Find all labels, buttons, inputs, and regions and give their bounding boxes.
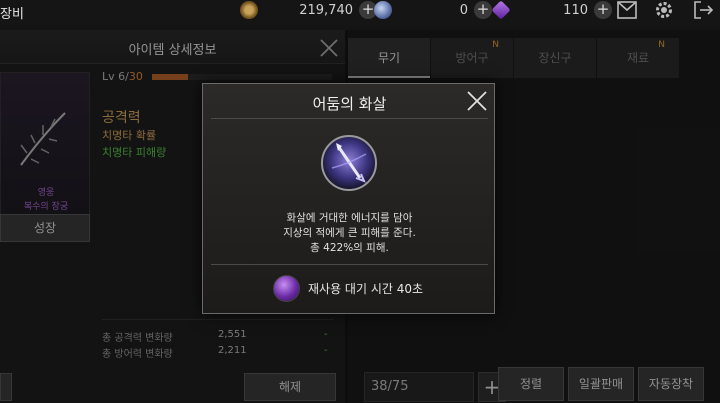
skill-info-modal: 어둠의 화살 화살에 거대한 에너지를 담아 지상의 적에게 큰 피해를 준다.… xyxy=(202,83,495,314)
gem-resource: 110 + xyxy=(491,0,612,20)
skill-desc-line3: 총 422%의 피해. xyxy=(310,242,389,254)
gear-icon[interactable] xyxy=(653,0,675,20)
add-crystal-button[interactable]: + xyxy=(474,1,492,19)
crystal-icon xyxy=(374,1,392,19)
crystal-value: 0 xyxy=(459,2,468,18)
title-divider xyxy=(211,118,488,119)
cooldown-row: 재사용 대기 시간 40초 xyxy=(273,274,423,302)
screen-title: 장비 xyxy=(0,7,24,22)
desc-divider xyxy=(211,264,488,265)
purple-gem-icon xyxy=(491,0,511,20)
add-gem-button[interactable]: + xyxy=(594,1,612,19)
close-icon[interactable] xyxy=(465,89,489,113)
skill-title: 어둠의 화살 xyxy=(312,95,387,113)
gold-value: 219,740 xyxy=(299,2,353,18)
skill-desc-line2: 지상의 적에게 큰 피해를 준다. xyxy=(283,227,416,239)
exit-icon[interactable] xyxy=(692,0,714,20)
gem-value: 110 xyxy=(563,2,588,18)
cooldown-orb-icon xyxy=(273,274,300,302)
gold-coin-icon xyxy=(240,1,258,19)
mail-icon[interactable] xyxy=(616,0,638,20)
dark-arrow-skill-icon xyxy=(321,135,377,191)
gold-resource: 219,740 + xyxy=(240,0,377,20)
crystal-resource: 0 + xyxy=(374,0,492,20)
cooldown-text: 재사용 대기 시간 40초 xyxy=(308,281,424,296)
top-bar: 장비 219,740 + 0 + 110 + xyxy=(0,0,720,26)
skill-desc-line1: 화살에 거대한 에너지를 담아 xyxy=(286,212,413,224)
